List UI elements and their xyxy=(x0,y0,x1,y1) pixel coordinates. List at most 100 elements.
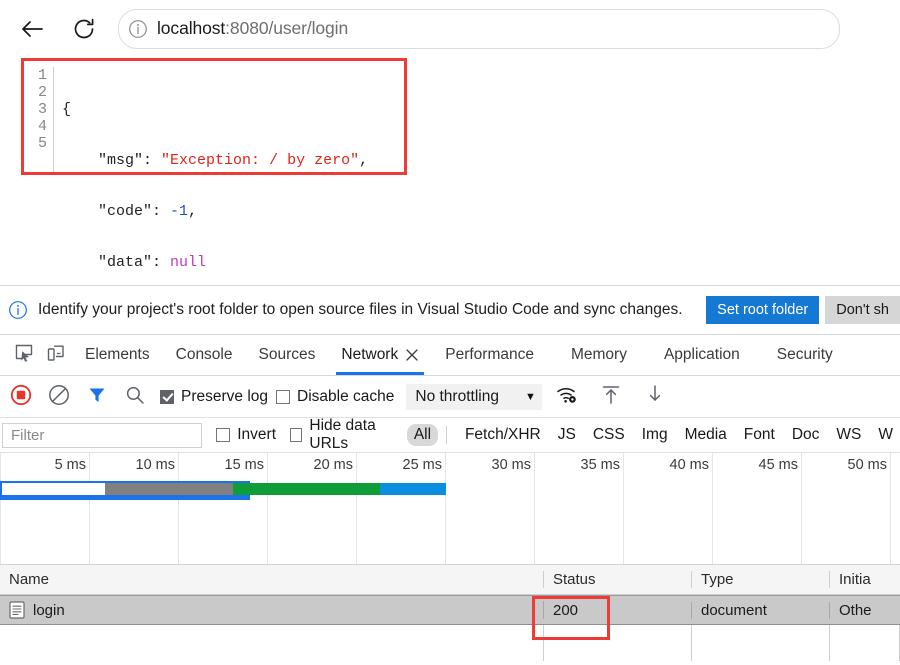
disable-cache-checkbox[interactable]: Disable cache xyxy=(276,388,394,406)
tick-label: 15 ms xyxy=(224,457,265,473)
cell-name: login xyxy=(0,601,544,619)
preserve-log-checkbox[interactable]: Preserve log xyxy=(160,388,268,406)
search-button[interactable] xyxy=(118,382,152,412)
tab-label: Network xyxy=(341,346,399,363)
tick-label: 25 ms xyxy=(402,457,443,473)
empty-cell xyxy=(0,625,544,661)
line-number: 2 xyxy=(37,84,47,101)
tick-label: 10 ms xyxy=(135,457,176,473)
filter-type-ws[interactable]: WS xyxy=(829,424,868,446)
reload-button[interactable] xyxy=(64,9,104,49)
cell-initiator: Othe xyxy=(839,601,872,619)
infobar-actions: Set root folder Don't sh xyxy=(706,286,900,334)
info-circle-icon[interactable] xyxy=(119,19,157,39)
json-line-3: "code": -1, xyxy=(62,203,368,220)
hide-data-urls-checkbox[interactable]: Hide data URLs xyxy=(290,417,404,453)
tick-label: 5 ms xyxy=(54,457,86,473)
tab-memory[interactable]: Memory xyxy=(547,335,640,375)
inspect-element-button[interactable] xyxy=(8,340,40,370)
table-empty-area xyxy=(0,625,900,661)
overview-ticks: 5 ms 10 ms 15 ms 20 ms 25 ms 30 ms 35 ms… xyxy=(0,453,900,564)
throttling-dropdown[interactable]: No throttling ▼ xyxy=(406,384,542,410)
set-root-folder-button[interactable]: Set root folder xyxy=(706,296,820,324)
cell-status: 200 xyxy=(544,601,692,619)
import-har-button[interactable] xyxy=(594,382,628,412)
checkbox-box xyxy=(216,428,231,442)
filter-type-js[interactable]: JS xyxy=(551,424,583,446)
column-header-status[interactable]: Status xyxy=(544,571,692,588)
network-toolbar: Preserve log Disable cache No throttling… xyxy=(0,377,900,418)
waterfall-segment-queueing xyxy=(2,483,105,495)
json-open-brace: { xyxy=(62,101,72,118)
network-overview-timeline[interactable]: 5 ms 10 ms 15 ms 20 ms 25 ms 30 ms 35 ms… xyxy=(0,453,900,565)
export-arrow-icon xyxy=(644,384,666,411)
disable-cache-label: Disable cache xyxy=(297,388,395,405)
line-number: 3 xyxy=(37,101,47,118)
json-value-msg: "Exception: / by zero" xyxy=(161,152,360,169)
export-har-button[interactable] xyxy=(638,382,672,412)
address-bar[interactable]: localhost:8080/user/login xyxy=(118,8,840,49)
tab-performance[interactable]: Performance xyxy=(432,335,547,375)
tab-console[interactable]: Console xyxy=(163,335,246,375)
tick-label: 50 ms xyxy=(847,457,888,473)
search-icon xyxy=(125,385,145,410)
tick-label: 30 ms xyxy=(491,457,532,473)
clear-button[interactable] xyxy=(42,382,76,412)
infobar-message: Identify your project's root folder to o… xyxy=(38,301,683,318)
filter-type-css[interactable]: CSS xyxy=(586,424,632,446)
back-button[interactable] xyxy=(12,9,52,49)
invert-label: Invert xyxy=(237,426,277,443)
tab-network[interactable]: Network xyxy=(328,335,432,375)
tick-label: 20 ms xyxy=(313,457,354,473)
network-filter-row: Filter Invert Hide data URLs All Fetch/X… xyxy=(0,417,900,453)
column-header-initiator[interactable]: Initia xyxy=(830,571,900,588)
filter-funnel-icon xyxy=(87,385,107,410)
tab-elements[interactable]: Elements xyxy=(72,335,163,375)
page-content: 1 2 3 4 5 { "msg": "Exception: / by zero… xyxy=(0,57,900,322)
overview-waterfall-bar xyxy=(0,481,446,500)
device-toolbar-button[interactable] xyxy=(40,340,72,370)
info-circle-icon xyxy=(8,300,28,320)
filter-type-media[interactable]: Media xyxy=(678,424,734,446)
empty-cell xyxy=(692,625,830,661)
filter-input[interactable]: Filter xyxy=(2,422,203,448)
network-conditions-button[interactable] xyxy=(550,382,584,412)
chevron-down-icon: ▼ xyxy=(524,391,536,403)
filter-type-all[interactable]: All xyxy=(406,424,439,446)
json-colon: : xyxy=(152,203,171,220)
line-number: 1 xyxy=(37,67,47,84)
tab-application[interactable]: Application xyxy=(640,335,753,375)
tab-label: Elements xyxy=(85,346,150,363)
json-key-msg: "msg" xyxy=(98,152,144,169)
json-key-code: "code" xyxy=(98,203,153,220)
column-header-type[interactable]: Type xyxy=(692,571,830,588)
back-arrow-icon xyxy=(19,16,45,42)
device-toolbar-icon xyxy=(46,343,66,368)
tab-label: Sources xyxy=(258,346,316,363)
tick-label: 40 ms xyxy=(669,457,710,473)
cell-type: document xyxy=(692,601,830,619)
network-request-table: Name Status Type Initia login 200 docume… xyxy=(0,565,900,665)
filter-type-wasm[interactable]: W xyxy=(871,424,900,446)
column-header-name[interactable]: Name xyxy=(0,571,544,588)
inspect-element-icon xyxy=(14,343,34,368)
line-number-gutter: 1 2 3 4 5 xyxy=(24,67,54,172)
json-line-1: { xyxy=(62,101,368,118)
invert-checkbox[interactable]: Invert xyxy=(216,426,276,444)
close-icon[interactable] xyxy=(405,348,419,362)
clear-icon xyxy=(48,384,70,411)
filter-type-fetch-xhr[interactable]: Fetch/XHR xyxy=(458,424,548,446)
filter-type-doc[interactable]: Doc xyxy=(785,424,827,446)
tab-security[interactable]: Security xyxy=(753,335,846,375)
table-row[interactable]: login 200 document Othe xyxy=(0,595,900,625)
dont-show-again-button[interactable]: Don't sh xyxy=(825,296,900,324)
hide-data-urls-label: Hide data URLs xyxy=(309,417,376,452)
waterfall-segment-stalled xyxy=(105,483,233,495)
filter-type-img[interactable]: Img xyxy=(635,424,675,446)
checkbox-box xyxy=(290,428,303,442)
throttling-value: No throttling xyxy=(415,388,499,405)
filter-button[interactable] xyxy=(80,382,114,412)
tab-sources[interactable]: Sources xyxy=(246,335,329,375)
record-button[interactable] xyxy=(4,382,38,412)
filter-type-font[interactable]: Font xyxy=(737,424,782,446)
